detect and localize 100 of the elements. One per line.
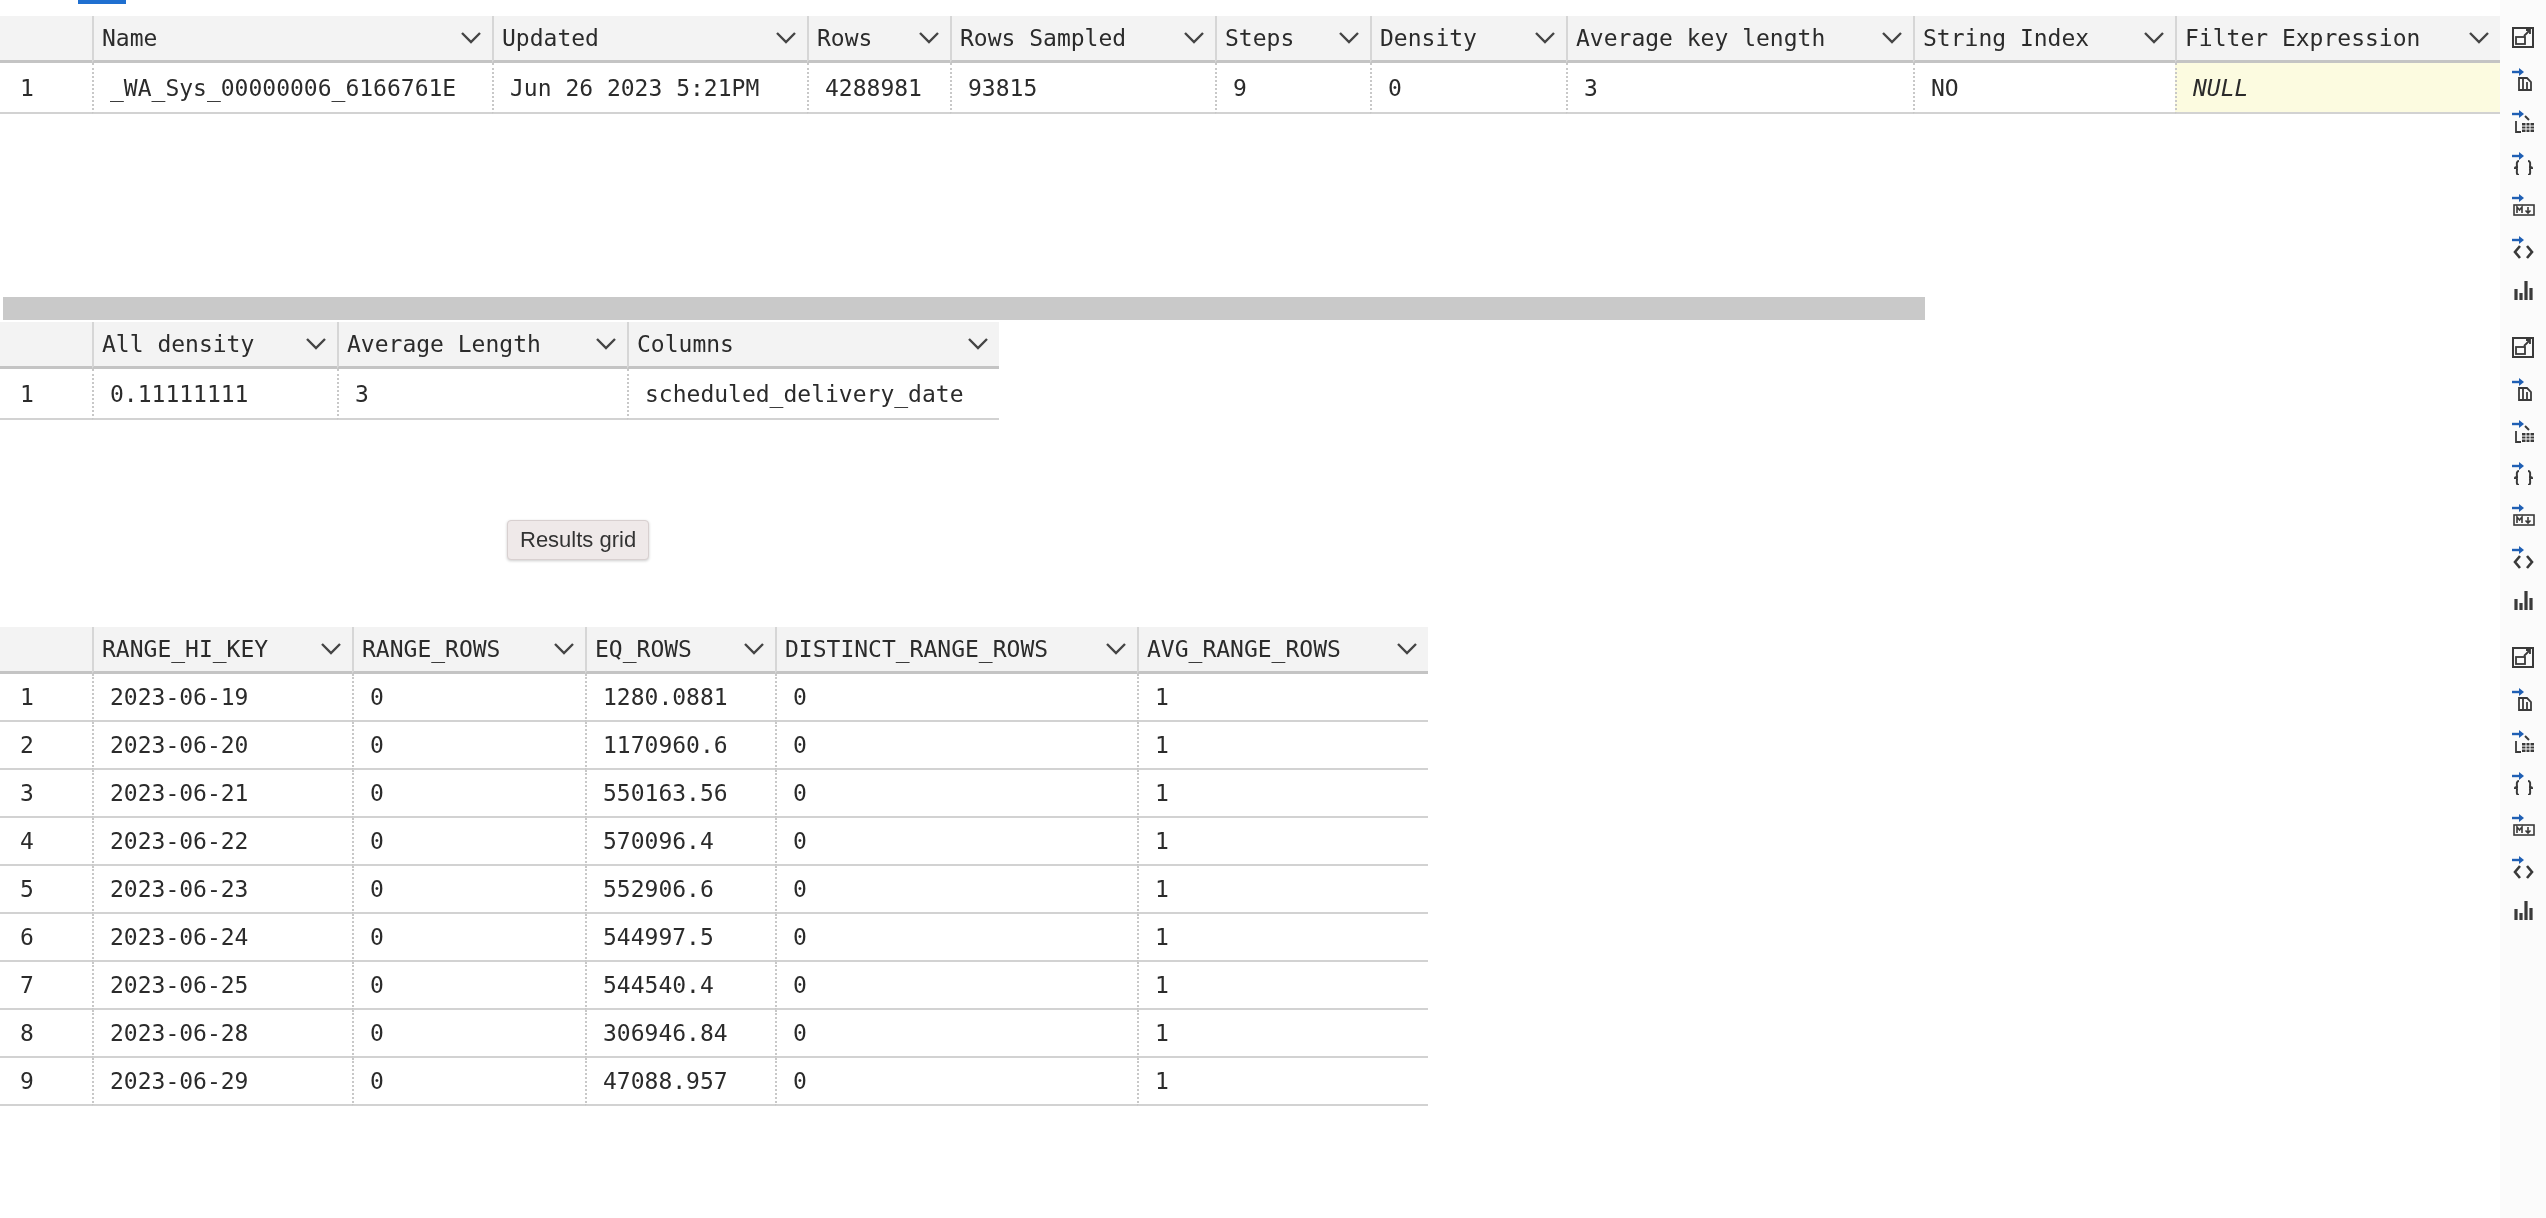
column-header[interactable]: Updated	[492, 16, 807, 63]
column-header[interactable]: Average key length	[1566, 16, 1913, 63]
table-cell: 0	[352, 1058, 585, 1106]
table-cell: 0	[352, 818, 585, 866]
export-columns-icon[interactable]	[2511, 377, 2535, 401]
column-header[interactable]: Filter Expression	[2175, 16, 2500, 63]
chevron-down-icon[interactable]	[320, 642, 342, 656]
column-header-label: Updated	[502, 25, 599, 51]
table-cell: 1	[1137, 818, 1428, 866]
column-header-label: Density	[1380, 25, 1477, 51]
table-cell: 1	[1137, 962, 1428, 1010]
table-cell: 93815	[950, 63, 1215, 114]
table-cell: 0	[775, 962, 1137, 1010]
table-cell: 552906.6	[585, 866, 775, 914]
chevron-down-icon[interactable]	[595, 337, 617, 351]
chevron-down-icon[interactable]	[1396, 642, 1418, 656]
chevron-down-icon[interactable]	[1338, 31, 1360, 45]
table-cell: 0	[352, 770, 585, 818]
column-header[interactable]: Steps	[1215, 16, 1370, 63]
chevron-down-icon[interactable]	[1105, 642, 1127, 656]
chevron-down-icon[interactable]	[1881, 31, 1903, 45]
column-header-label: Steps	[1225, 25, 1295, 51]
table-cell: 0	[775, 674, 1137, 722]
column-header[interactable]: Density	[1370, 16, 1566, 63]
chevron-down-icon[interactable]	[553, 642, 575, 656]
export-markdown-icon[interactable]	[2511, 193, 2535, 217]
table-cell: 2023-06-19	[92, 674, 352, 722]
expand-window-icon[interactable]	[2511, 335, 2535, 359]
column-header[interactable]: All density	[92, 322, 337, 369]
export-table-icon[interactable]	[2511, 729, 2535, 753]
table-cell: 306946.84	[585, 1010, 775, 1058]
column-header[interactable]: String Index	[1913, 16, 2175, 63]
expand-window-icon[interactable]	[2511, 25, 2535, 49]
table-cell: 1	[1137, 1058, 1428, 1106]
export-code-icon[interactable]	[2511, 855, 2535, 879]
table-cell: 4288981	[807, 63, 950, 114]
column-header-label: Name	[102, 25, 158, 51]
table-cell: 0	[352, 674, 585, 722]
table-cell: _WA_Sys_00000006_6166761E	[92, 63, 492, 114]
row-number: 1	[0, 369, 92, 420]
chevron-down-icon[interactable]	[743, 642, 765, 656]
chevron-down-icon[interactable]	[918, 31, 940, 45]
column-header-label: RANGE_ROWS	[362, 636, 501, 662]
column-header[interactable]: Name	[92, 16, 492, 63]
column-header[interactable]: AVG_RANGE_ROWS	[1137, 627, 1428, 674]
table-cell: 0	[352, 962, 585, 1010]
export-table-icon[interactable]	[2511, 419, 2535, 443]
chevron-down-icon[interactable]	[775, 31, 797, 45]
table-cell: 550163.56	[585, 770, 775, 818]
column-header[interactable]: RANGE_ROWS	[352, 627, 585, 674]
chevron-down-icon[interactable]	[460, 31, 482, 45]
export-markdown-icon[interactable]	[2511, 503, 2535, 527]
chevron-down-icon[interactable]	[2143, 31, 2165, 45]
chevron-down-icon[interactable]	[2468, 31, 2490, 45]
chevron-down-icon[interactable]	[305, 337, 327, 351]
table-cell: 9	[1215, 63, 1370, 114]
column-header-label: DISTINCT_RANGE_ROWS	[785, 636, 1049, 662]
column-header-label: Rows Sampled	[960, 25, 1127, 51]
table-cell: 1	[1137, 770, 1428, 818]
table-cell: 2023-06-29	[92, 1058, 352, 1106]
row-number: 6	[0, 914, 92, 962]
column-header-label: String Index	[1923, 25, 2090, 51]
column-header[interactable]: Rows Sampled	[950, 16, 1215, 63]
table-cell: 1	[1137, 866, 1428, 914]
export-markdown-icon[interactable]	[2511, 813, 2535, 837]
table-cell: 1280.0881	[585, 674, 775, 722]
export-code-icon[interactable]	[2511, 235, 2535, 259]
export-columns-icon[interactable]	[2511, 687, 2535, 711]
table-cell: 1	[1137, 674, 1428, 722]
table-cell: 2023-06-24	[92, 914, 352, 962]
chevron-down-icon[interactable]	[967, 337, 989, 351]
row-number: 8	[0, 1010, 92, 1058]
column-header[interactable]: DISTINCT_RANGE_ROWS	[775, 627, 1137, 674]
table-cell: 0	[775, 770, 1137, 818]
column-header-label: AVG_RANGE_ROWS	[1147, 636, 1341, 662]
export-braces-icon[interactable]	[2511, 461, 2535, 485]
table-cell: 0	[352, 1010, 585, 1058]
column-header[interactable]: RANGE_HI_KEY	[92, 627, 352, 674]
chevron-down-icon[interactable]	[1183, 31, 1205, 45]
expand-window-icon[interactable]	[2511, 645, 2535, 669]
table-cell: 0	[775, 866, 1137, 914]
export-code-icon[interactable]	[2511, 545, 2535, 569]
row-number: 4	[0, 818, 92, 866]
table-cell: 2023-06-23	[92, 866, 352, 914]
chevron-down-icon[interactable]	[1534, 31, 1556, 45]
row-number: 3	[0, 770, 92, 818]
export-table-icon[interactable]	[2511, 109, 2535, 133]
column-header[interactable]: Rows	[807, 16, 950, 63]
export-braces-icon[interactable]	[2511, 771, 2535, 795]
table-cell: 0	[352, 866, 585, 914]
table-cell: 0	[775, 722, 1137, 770]
export-columns-icon[interactable]	[2511, 67, 2535, 91]
column-header[interactable]: EQ_ROWS	[585, 627, 775, 674]
table-cell: NULL	[2175, 63, 2500, 114]
table-cell: 1	[1137, 914, 1428, 962]
table-cell: Jun 26 2023 5:21PM	[492, 63, 807, 114]
column-header[interactable]: Columns	[627, 322, 999, 369]
table-cell: 0	[775, 1058, 1137, 1106]
export-braces-icon[interactable]	[2511, 151, 2535, 175]
column-header[interactable]: Average Length	[337, 322, 627, 369]
